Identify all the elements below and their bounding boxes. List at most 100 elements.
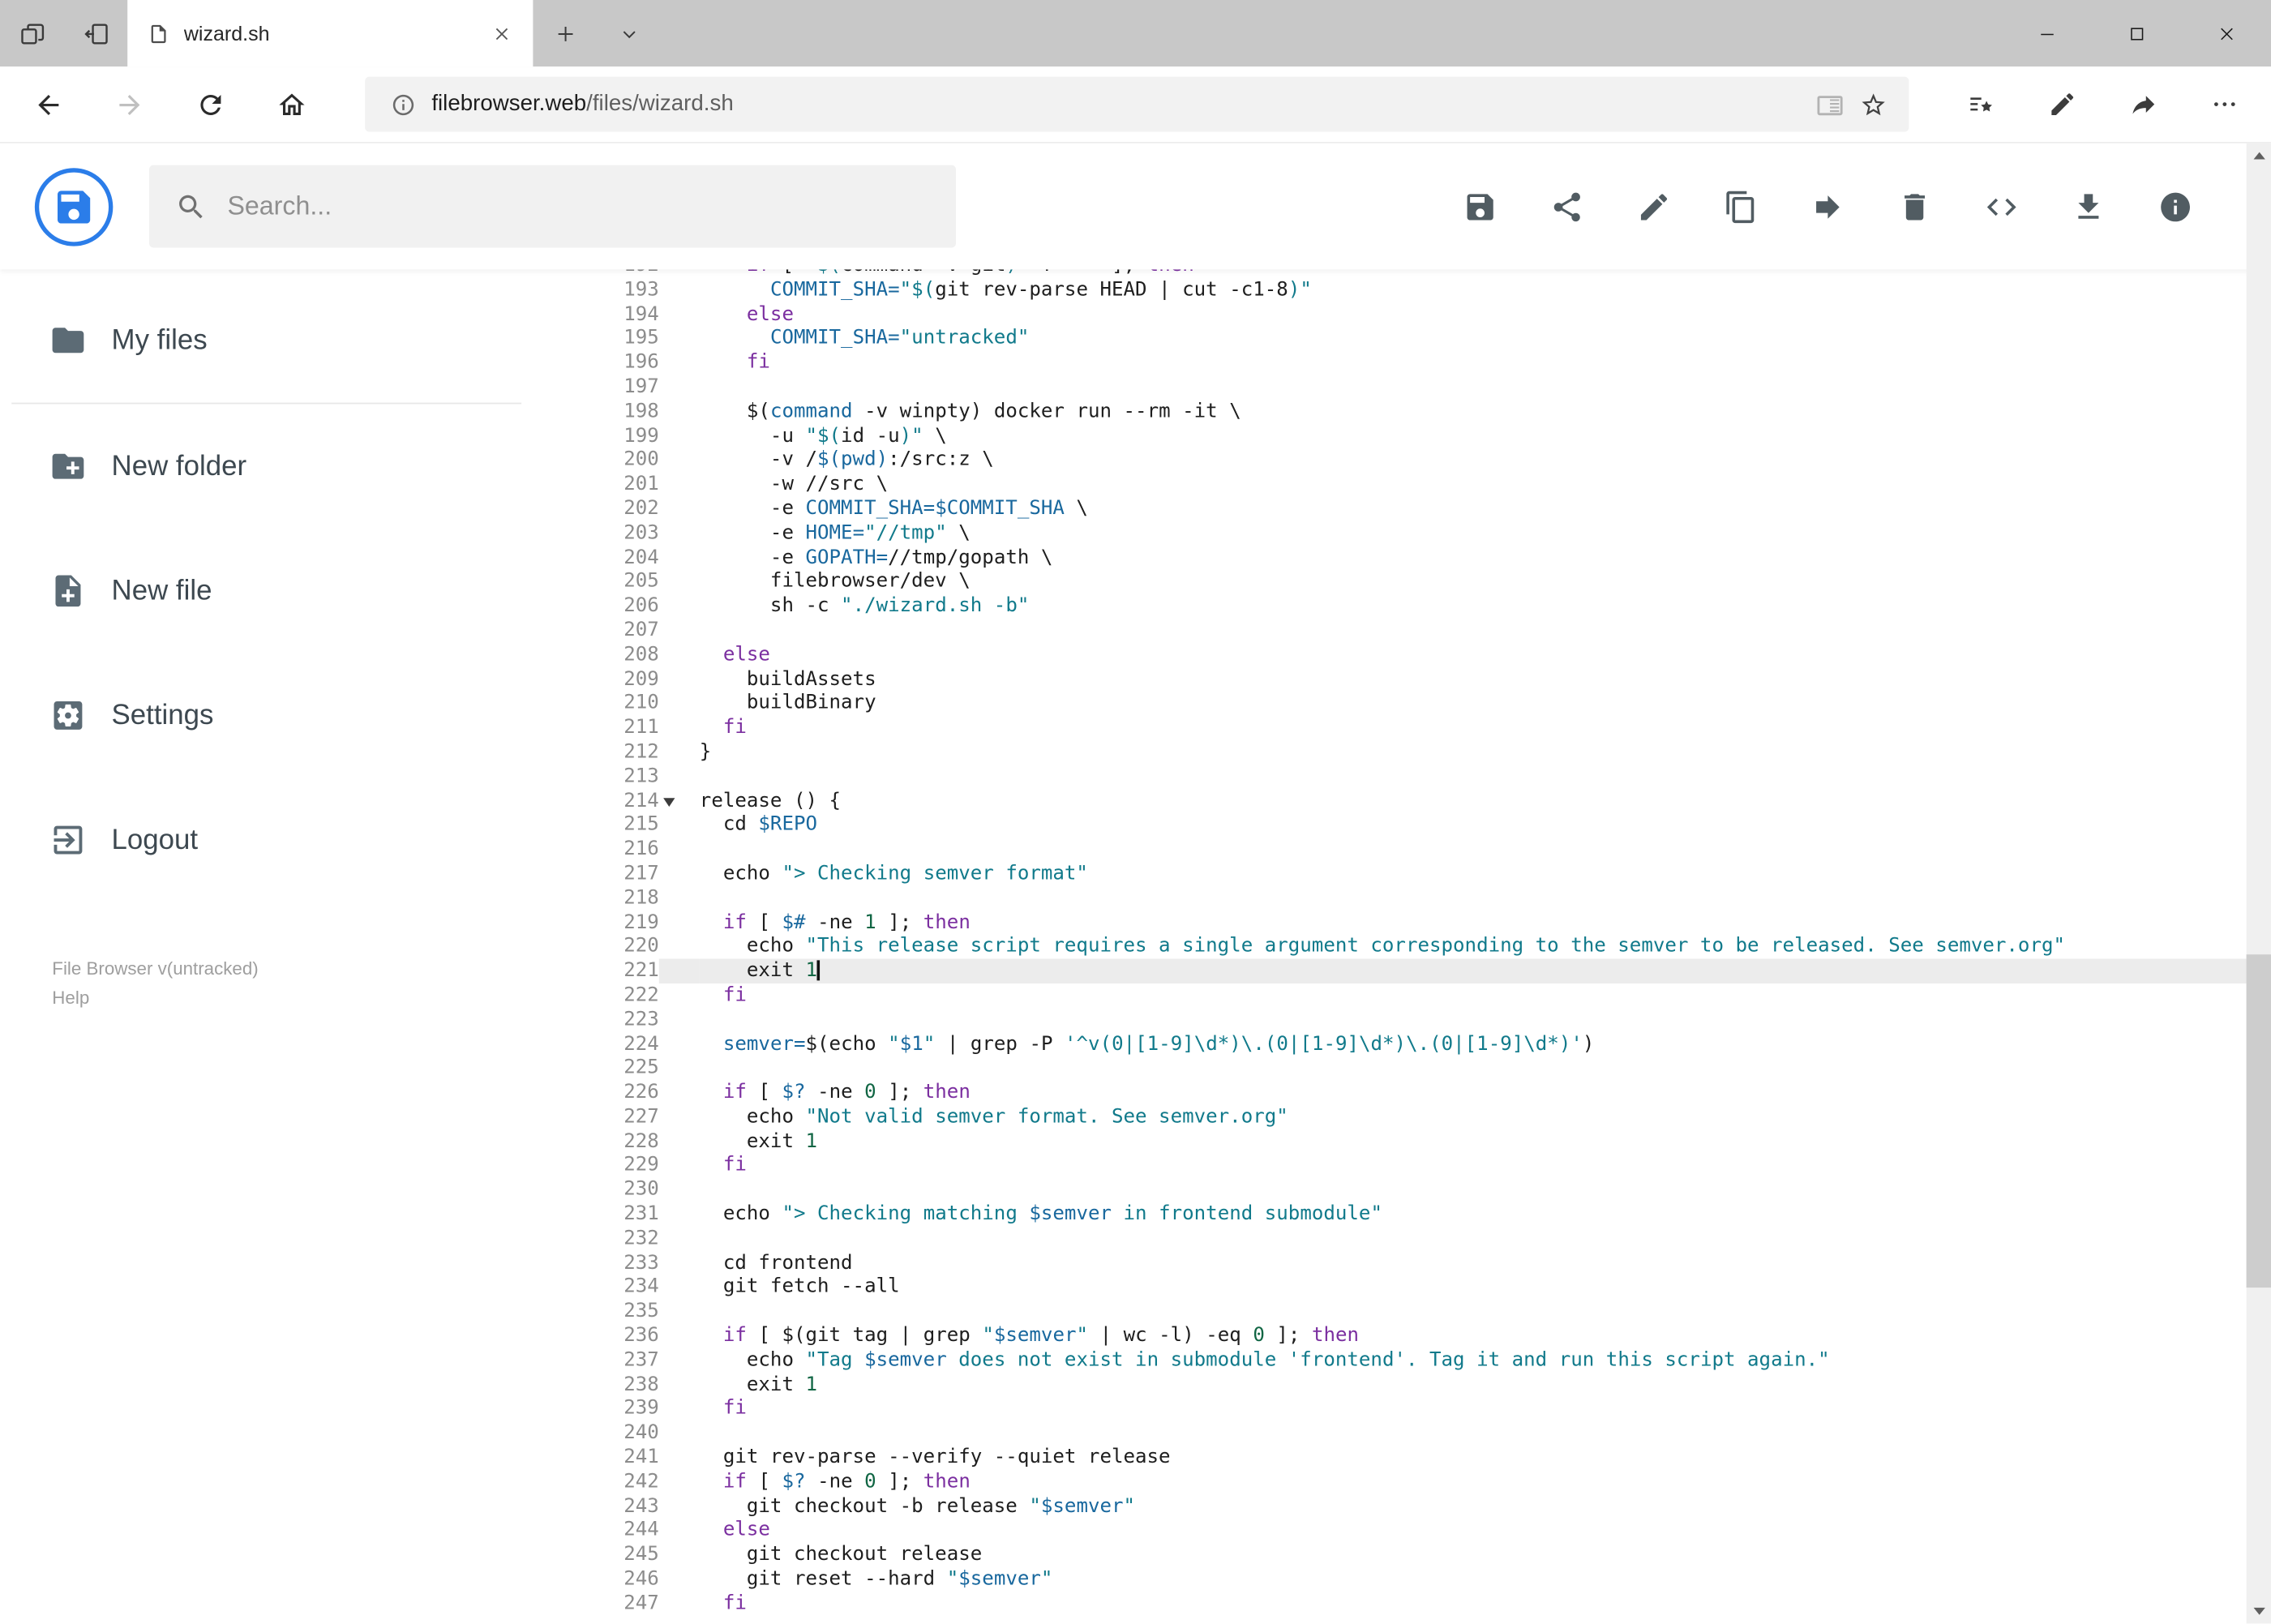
help-link[interactable]: Help [52,983,579,1013]
search-box[interactable] [148,165,956,248]
code-line-205[interactable]: 205 filebrowser/dev \ [579,569,2271,594]
code-line-242[interactable]: 242 if [ $? -ne 0 ]; then [579,1469,2271,1494]
code-line-192[interactable]: 192 if [ "$(command -v git)" != "" ]; th… [579,269,2271,278]
favorite-star-button[interactable] [1851,83,1895,126]
sidebar-item-new-folder[interactable]: New folder [0,404,580,529]
code-line-229[interactable]: 229 fi [579,1153,2271,1178]
copy-button[interactable] [1724,189,1759,224]
window-close-button[interactable] [2181,0,2271,66]
web-note-button[interactable] [2030,72,2094,136]
code-line-198[interactable]: 198 $(command -v winpty) docker run --rm… [579,399,2271,424]
code-line-199[interactable]: 199 -u "$(id -u)" \ [579,423,2271,448]
code-line-193[interactable]: 193 COMMIT_SHA="$(git rev-parse HEAD | c… [579,277,2271,302]
code-line-236[interactable]: 236 if [ $(git tag | grep "$semver" | wc… [579,1323,2271,1348]
code-line-246[interactable]: 246 git reset --hard "$semver" [579,1566,2271,1592]
code-line-247[interactable]: 247 fi [579,1591,2271,1616]
code-line-217[interactable]: 217 echo "> Checking semver format" [579,861,2271,886]
code-line-202[interactable]: 202 -e COMMIT_SHA=$COMMIT_SHA \ [579,496,2271,521]
code-line-239[interactable]: 239 fi [579,1396,2271,1421]
code-line-227[interactable]: 227 echo "Not valid semver format. See s… [579,1104,2271,1129]
code-line-213[interactable]: 213 [579,764,2271,789]
code-line-237[interactable]: 237 echo "Tag $semver does not exist in … [579,1348,2271,1373]
code-line-222[interactable]: 222 fi [579,983,2271,1008]
code-line-207[interactable]: 207 [579,618,2271,643]
back-button[interactable] [17,74,78,135]
share-page-button[interactable] [2111,72,2175,136]
delete-button[interactable] [1897,189,1932,224]
code-line-244[interactable]: 244 else [579,1518,2271,1543]
code-line-197[interactable]: 197 [579,375,2271,400]
code-line-211[interactable]: 211 fi [579,715,2271,740]
edit-button[interactable] [1637,189,1672,224]
code-line-238[interactable]: 238 exit 1 [579,1372,2271,1397]
show-set-aside-tabs-button[interactable] [0,0,64,66]
code-line-195[interactable]: 195 COMMIT_SHA="untracked" [579,326,2271,351]
code-line-231[interactable]: 231 echo "> Checking matching $semver in… [579,1202,2271,1227]
code-line-214[interactable]: 214 release () { [579,788,2271,813]
code-line-203[interactable]: 203 -e HOME="//tmp" \ [579,521,2271,546]
code-line-233[interactable]: 233 cd frontend [579,1250,2271,1275]
code-line-218[interactable]: 218 [579,885,2271,911]
code-line-230[interactable]: 230 [579,1177,2271,1202]
address-bar[interactable]: filebrowser.web/files/wizard.sh [365,76,1909,132]
fold-marker-icon[interactable] [663,797,675,807]
code-line-226[interactable]: 226 if [ $? -ne 0 ]; then [579,1080,2271,1105]
code-editor[interactable]: 192 if [ "$(command -v git)" != "" ]; th… [579,269,2271,1624]
refresh-button[interactable] [180,74,241,135]
code-line-215[interactable]: 215 cd $REPO [579,812,2271,838]
code-line-241[interactable]: 241 git rev-parse --verify --quiet relea… [579,1445,2271,1470]
download-button[interactable] [2071,189,2106,224]
code-line-220[interactable]: 220 echo "This release script requires a… [579,934,2271,959]
code-line-206[interactable]: 206 sh -c "./wizard.sh -b" [579,593,2271,619]
tab-list-chevron-button[interactable] [597,0,661,66]
sidebar-item-settings[interactable]: Settings [0,653,580,778]
search-input[interactable] [227,191,930,222]
code-line-221[interactable]: 221 exit 1 [579,958,2271,983]
code-line-243[interactable]: 243 git checkout -b release "$semver" [579,1493,2271,1519]
more-options-button[interactable] [2193,72,2257,136]
code-line-225[interactable]: 225 [579,1056,2271,1081]
code-line-223[interactable]: 223 [579,1007,2271,1032]
browser-tab[interactable]: wizard.sh [127,0,533,67]
sidebar-item-logout[interactable]: Logout [0,778,580,902]
page-scrollbar[interactable] [2246,143,2271,1624]
code-line-245[interactable]: 245 git checkout release [579,1542,2271,1567]
window-minimize-button[interactable] [2002,0,2092,66]
move-button[interactable] [1810,189,1845,224]
filebrowser-logo[interactable] [34,167,114,246]
sidebar-item-my-files[interactable]: My files [0,278,580,403]
tab-close-button[interactable] [482,15,520,52]
scroll-up-button[interactable] [2247,144,2271,168]
code-line-201[interactable]: 201 -w //src \ [579,472,2271,497]
set-tabs-aside-button[interactable] [64,0,128,66]
code-line-228[interactable]: 228 exit 1 [579,1129,2271,1154]
code-line-235[interactable]: 235 [579,1299,2271,1324]
window-maximize-button[interactable] [2091,0,2181,66]
forward-button[interactable] [98,74,159,135]
sidebar-item-new-file[interactable]: New file [0,529,580,653]
code-line-232[interactable]: 232 [579,1226,2271,1251]
code-line-210[interactable]: 210 buildBinary [579,691,2271,716]
code-line-209[interactable]: 209 buildAssets [579,666,2271,692]
code-button[interactable] [1984,189,2019,224]
reading-view-button[interactable] [1807,83,1851,126]
favorites-hub-button[interactable] [1949,72,2013,136]
home-button[interactable] [261,74,322,135]
new-tab-button[interactable] [533,0,597,66]
code-line-224[interactable]: 224 semver=$(echo "$1" | grep -P '^v(0|[… [579,1031,2271,1056]
code-line-216[interactable]: 216 [579,837,2271,862]
code-line-240[interactable]: 240 [579,1420,2271,1446]
code-line-204[interactable]: 204 -e GOPATH=//tmp/gopath \ [579,545,2271,570]
scroll-down-button[interactable] [2247,1599,2271,1623]
code-line-200[interactable]: 200 -v /$(pwd):/src:z \ [579,448,2271,473]
code-line-208[interactable]: 208 else [579,642,2271,667]
code-line-219[interactable]: 219 if [ $# -ne 1 ]; then [579,910,2271,935]
code-line-234[interactable]: 234 git fetch --all [579,1275,2271,1300]
save-button[interactable] [1463,189,1498,224]
code-line-194[interactable]: 194 else [579,302,2271,327]
code-line-212[interactable]: 212} [579,739,2271,765]
info-button[interactable] [2158,189,2193,224]
scrollbar-thumb[interactable] [2246,954,2271,1288]
share-button[interactable] [1549,189,1584,224]
code-line-196[interactable]: 196 fi [579,350,2271,375]
